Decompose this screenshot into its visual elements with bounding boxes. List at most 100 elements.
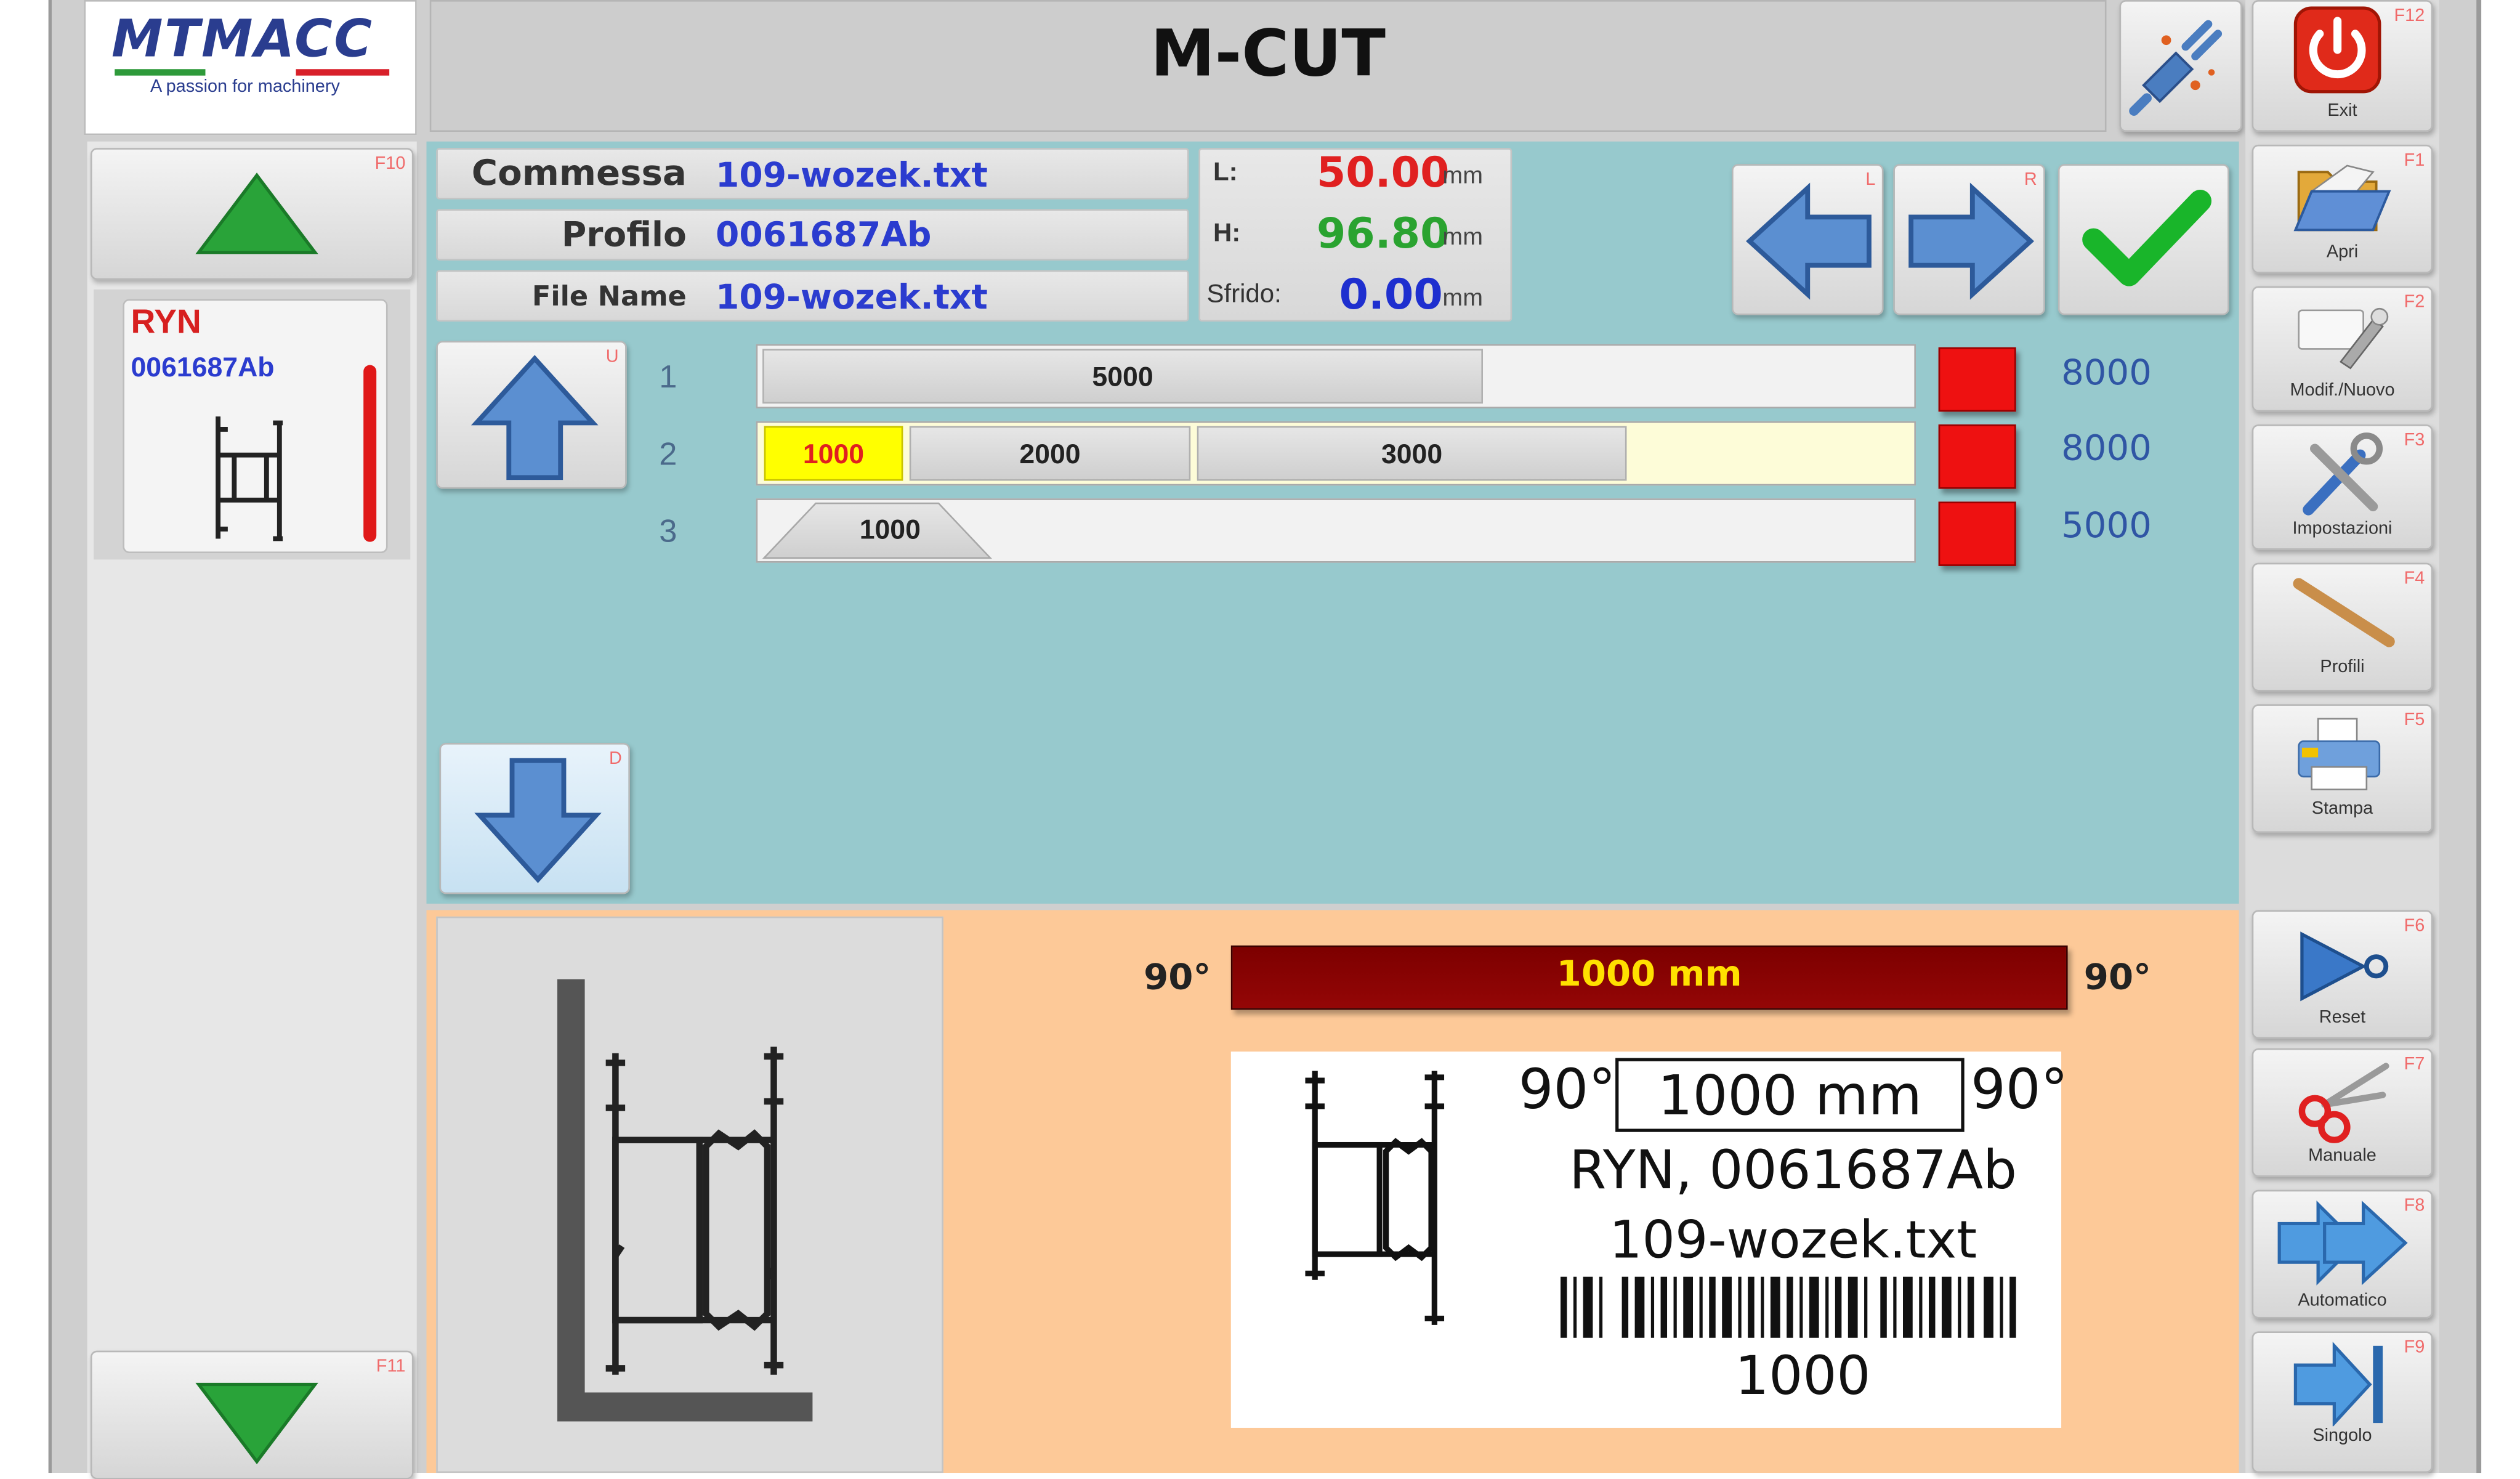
commessa-label: Commessa bbox=[471, 154, 687, 195]
profili-label: Profili bbox=[2320, 657, 2365, 677]
apri-button[interactable]: F1 Apri bbox=[2251, 144, 2433, 274]
bar-segment-active[interactable]: 1000 bbox=[764, 426, 903, 481]
previous-button[interactable]: L bbox=[1731, 164, 1884, 315]
profilo-label: Profilo bbox=[561, 215, 687, 254]
automatico-label: Automatico bbox=[2298, 1291, 2387, 1311]
label-profile-drawing bbox=[1305, 1071, 1445, 1325]
bar-down-button[interactable]: D bbox=[439, 742, 631, 894]
bar-segment[interactable]: 1000 bbox=[822, 503, 958, 558]
arrow-left-icon bbox=[1745, 182, 1872, 300]
scissors-icon bbox=[2298, 1063, 2389, 1143]
modif-nuovo-button[interactable]: F2 Modif./Nuovo bbox=[2251, 286, 2433, 412]
plug-connection-icon bbox=[2129, 20, 2223, 116]
next-button[interactable]: R bbox=[1893, 164, 2045, 315]
sfrido-value: 0.00 bbox=[1339, 272, 1443, 320]
automatico-button[interactable]: F8 Automatico bbox=[2251, 1189, 2433, 1319]
app-window: MTMACC A passion for machinery M-CUT F10… bbox=[0, 0, 2520, 1479]
modif-nuovo-label: Modif./Nuovo bbox=[2290, 381, 2395, 400]
label-angle-right: 90° bbox=[1971, 1058, 2069, 1122]
logo-wordmark: MTMACC bbox=[111, 8, 374, 70]
reset-key: F6 bbox=[2404, 916, 2425, 936]
folder-open-icon bbox=[2293, 164, 2391, 232]
singolo-button[interactable]: F9 Singolo bbox=[2251, 1331, 2433, 1473]
h-label: H: bbox=[1213, 220, 1241, 248]
exit-label: Exit bbox=[2327, 101, 2357, 121]
commessa-value: 109-wozek.txt bbox=[716, 156, 988, 195]
l-value: 50.00 bbox=[1316, 149, 1450, 198]
list-up-button[interactable]: F10 bbox=[90, 148, 414, 280]
apri-label: Apri bbox=[2326, 243, 2359, 262]
bar-up-key: U bbox=[605, 347, 619, 367]
arrow-up-icon bbox=[195, 172, 318, 254]
bar-row-3[interactable]: 1000 bbox=[756, 498, 1916, 563]
bar-segment[interactable]: 2000 bbox=[909, 426, 1191, 481]
label-line-1: RYN, 0061687Ab bbox=[1569, 1138, 2017, 1201]
profili-button[interactable]: F4 Profili bbox=[2251, 562, 2433, 692]
list-item-card[interactable]: RYN 0061687Ab bbox=[123, 299, 388, 553]
bar-row-1[interactable]: 5000 bbox=[756, 344, 1916, 409]
arrow-right-icon bbox=[1908, 182, 2035, 300]
stampa-key: F5 bbox=[2404, 710, 2425, 731]
printer-icon bbox=[2298, 718, 2381, 790]
profile-section-drawing bbox=[557, 979, 813, 1422]
l-label: L: bbox=[1213, 159, 1238, 187]
sfrido-unit: mm bbox=[1442, 285, 1484, 312]
bar-total: 8000 bbox=[2061, 429, 2152, 470]
cut-length-value: 1000 mm bbox=[1556, 955, 1742, 995]
impostazioni-button[interactable]: F3 Impostazioni bbox=[2251, 424, 2433, 550]
singolo-label: Singolo bbox=[2312, 1426, 2372, 1446]
confirm-button[interactable] bbox=[2058, 164, 2229, 315]
list-item-code: 0061687Ab bbox=[131, 352, 275, 383]
title-bar: M-CUT bbox=[429, 0, 2107, 132]
profilo-row: Profilo 0061687Ab bbox=[436, 209, 1189, 261]
h-unit: mm bbox=[1442, 223, 1484, 251]
singolo-key: F9 bbox=[2404, 1337, 2425, 1358]
bar-segment[interactable]: 3000 bbox=[1197, 426, 1627, 481]
impostazioni-key: F3 bbox=[2404, 431, 2425, 450]
label-angle-left: 90° bbox=[1518, 1058, 1616, 1122]
bar-status-indicator[interactable] bbox=[1938, 347, 2016, 412]
bar-status-indicator[interactable] bbox=[1938, 501, 2016, 566]
h-value: 96.80 bbox=[1316, 210, 1450, 259]
commessa-row: Commessa 109-wozek.txt bbox=[436, 148, 1189, 200]
impostazioni-label: Impostazioni bbox=[2292, 519, 2393, 539]
arrow-down-icon bbox=[474, 758, 602, 883]
list-down-button[interactable]: F11 bbox=[90, 1350, 414, 1479]
stampa-button[interactable]: F5 Stampa bbox=[2251, 704, 2433, 833]
label-preview: 90° 1000 mm 90° RYN, 0061687Ab 109-wozek… bbox=[1230, 1052, 2068, 1428]
cut-length-bar: 1000 mm bbox=[1230, 945, 2068, 1010]
logo-flag-stripe bbox=[115, 69, 390, 76]
bar-row-2[interactable]: 1000 2000 3000 bbox=[756, 421, 1916, 486]
reset-arrow-icon bbox=[2300, 931, 2389, 1002]
profile-thumbnail-icon bbox=[216, 416, 283, 541]
bar-total: 5000 bbox=[2061, 506, 2152, 547]
manuale-label: Manuale bbox=[2308, 1146, 2377, 1166]
reset-label: Reset bbox=[2319, 1008, 2366, 1027]
double-arrow-icon bbox=[2277, 1200, 2408, 1286]
exit-button[interactable]: F12 Exit bbox=[2251, 0, 2433, 132]
sfrido-label: Sfrido: bbox=[1206, 281, 1282, 309]
filename-row: File Name 109-wozek.txt bbox=[436, 270, 1189, 322]
edit-document-icon bbox=[2298, 307, 2389, 370]
exit-key: F12 bbox=[2394, 6, 2425, 26]
bar-down-key: D bbox=[609, 749, 622, 769]
stampa-label: Stampa bbox=[2311, 799, 2373, 819]
list-up-key: F10 bbox=[374, 154, 406, 174]
bar-number: 2 bbox=[659, 437, 677, 473]
bar-segment[interactable]: 5000 bbox=[762, 349, 1484, 404]
bar-status-indicator[interactable] bbox=[1938, 424, 2016, 489]
filename-value: 109-wozek.txt bbox=[716, 278, 988, 317]
list-item-name: RYN bbox=[131, 304, 201, 341]
connection-button[interactable] bbox=[2119, 0, 2242, 132]
bar-total: 8000 bbox=[2061, 354, 2152, 394]
profilo-value: 0061687Ab bbox=[716, 215, 932, 254]
logo: MTMACC A passion for machinery bbox=[84, 0, 417, 136]
bar-number: 3 bbox=[659, 514, 677, 550]
power-icon bbox=[2293, 6, 2381, 94]
reset-button[interactable]: F6 Reset bbox=[2251, 910, 2433, 1039]
manuale-key: F7 bbox=[2404, 1055, 2425, 1074]
list-item-selected[interactable]: RYN 0061687Ab bbox=[94, 289, 411, 560]
bar-up-button[interactable]: U bbox=[436, 341, 627, 489]
manuale-button[interactable]: F7 Manuale bbox=[2251, 1048, 2433, 1177]
profile-bar-icon bbox=[2293, 578, 2395, 647]
